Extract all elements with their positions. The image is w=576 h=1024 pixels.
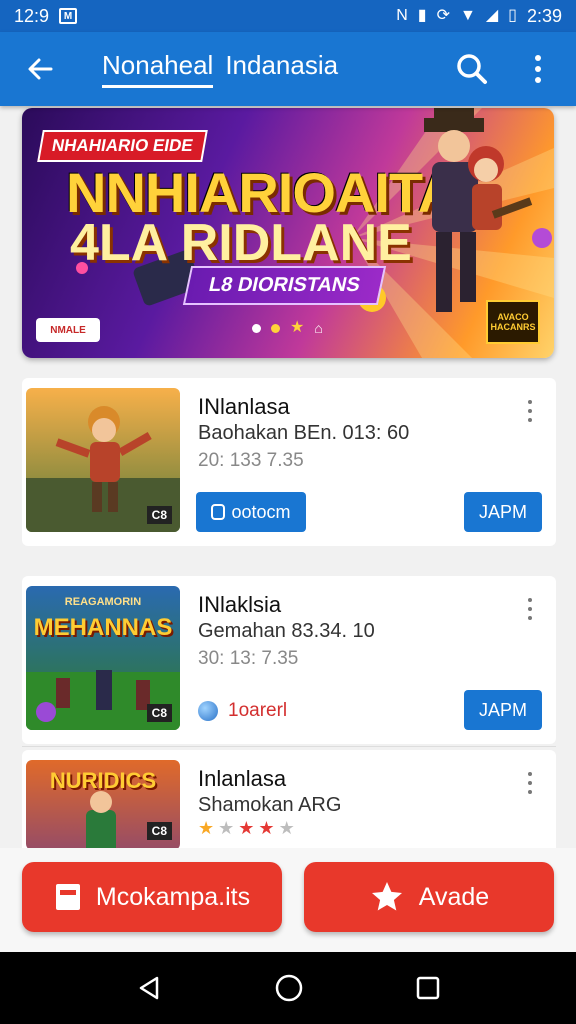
- star-icon: ★: [198, 818, 215, 838]
- promo-link-label: 1oarerl: [228, 700, 288, 721]
- get-button[interactable]: JAPM: [464, 492, 542, 532]
- more-options-button[interactable]: [520, 768, 540, 798]
- more-options-button[interactable]: [520, 396, 540, 426]
- search-button[interactable]: [452, 49, 492, 89]
- list-item[interactable]: C8 INlanlasa Baohakan BEn. 013: 60 20: 1…: [22, 378, 556, 546]
- star-rating: ★ ★ ★ ★ ★: [198, 818, 295, 839]
- banner-badge: AVACO HACANRS: [486, 300, 540, 344]
- game-title: INlaklsia: [198, 592, 282, 617]
- thumbnail-tag: C8: [146, 704, 172, 722]
- recents-square-icon[interactable]: [415, 975, 441, 1001]
- left-action-label: Mcokampa.its: [95, 882, 251, 911]
- shield-icon: [198, 701, 218, 721]
- home-icon[interactable]: ⌂: [314, 321, 322, 335]
- battery-icon: ▯: [508, 7, 517, 24]
- more-options-button[interactable]: [520, 594, 540, 624]
- carousel-indicator: ★ ⌂: [252, 320, 323, 336]
- list-item[interactable]: NURIDICS C8 Inlanlasa Shamokan ARG ★ ★ ★…: [22, 750, 556, 848]
- home-circle-icon[interactable]: [274, 973, 304, 1003]
- sync-icon: ⟳: [436, 7, 450, 24]
- game-subtitle: Gemahan 83.34. 10: [198, 620, 375, 642]
- get-button[interactable]: JAPM: [464, 690, 542, 730]
- star-icon: ★: [278, 818, 295, 838]
- game-thumbnail[interactable]: NURIDICS C8: [26, 760, 180, 848]
- signal-icon: ◢: [485, 7, 499, 24]
- document-icon: [55, 884, 80, 910]
- banner-tag: NHAHIARIO EIDE: [37, 130, 208, 162]
- divider: [22, 746, 556, 747]
- vibrate-icon: ▮: [417, 7, 427, 24]
- game-thumbnail[interactable]: REAGAMORIN MEHANNAS C8: [26, 586, 180, 730]
- page-title: Nonaheal Indanasia: [102, 50, 338, 88]
- star-icon: [371, 882, 402, 911]
- square-icon: [211, 504, 226, 520]
- star-icon: ★: [218, 818, 235, 838]
- game-meta: 20: 133 7.35: [198, 450, 304, 471]
- bottom-action-bar: Mcokampa.its Avade: [0, 848, 576, 952]
- overflow-menu-button[interactable]: [518, 49, 558, 89]
- right-action-button[interactable]: Avade: [304, 862, 554, 932]
- status-time-right: 2:39: [526, 5, 562, 26]
- star-icon: ★: [238, 818, 255, 838]
- banner-subtitle: L8 DIORISTANS: [182, 266, 386, 305]
- back-button[interactable]: [18, 47, 62, 91]
- status-time-left: 12:9: [14, 5, 50, 26]
- game-title: Inlanlasa: [198, 766, 287, 791]
- banner-headline-2: 4LA RIDLANE: [70, 214, 412, 272]
- thumbnail-tag: C8: [146, 822, 172, 840]
- thumbnail-top-text: REAGAMORIN: [64, 596, 142, 608]
- promo-banner[interactable]: NHAHIARIO EIDE NNHIARIOAITA 4LA RIDLANE …: [22, 108, 554, 358]
- thumbnail-title-text: NURIDICS: [49, 768, 157, 793]
- notification-box-icon: M: [59, 8, 78, 24]
- title-tab[interactable]: Nonaheal: [102, 50, 214, 88]
- secondary-action-button[interactable]: ootocm: [196, 492, 306, 532]
- system-navigation-bar: [0, 952, 576, 1024]
- right-action-label: Avade: [418, 882, 490, 911]
- game-subtitle: Baohakan BEn. 013: 60: [198, 422, 410, 444]
- secondary-action-label: ootocm: [231, 501, 291, 522]
- nfc-icon: N: [396, 7, 408, 24]
- promo-link[interactable]: 1oarerl: [198, 700, 287, 722]
- banner-card: NMALE: [36, 318, 100, 342]
- left-action-button[interactable]: Mcokampa.its: [22, 862, 282, 932]
- search-icon: [457, 54, 487, 84]
- more-vert-icon: [535, 55, 541, 83]
- title-text: Indanasia: [225, 50, 339, 80]
- carousel-dot-active[interactable]: [271, 323, 280, 333]
- thumbnail-title-text: MEHANNAS: [33, 614, 173, 641]
- game-subtitle: Shamokan ARG: [198, 794, 342, 816]
- arrow-left-icon: [28, 58, 53, 80]
- game-meta: 30: 13: 7.35: [198, 648, 299, 669]
- carousel-dot[interactable]: [252, 323, 261, 333]
- game-thumbnail[interactable]: C8: [26, 388, 180, 532]
- app-bar: Nonaheal Indanasia: [0, 32, 576, 106]
- status-bar: 12:9 M N ▮ ⟳ ▼ ◢ ▯ 2:39: [0, 0, 576, 32]
- wifi-icon: ▼: [459, 7, 476, 24]
- thumbnail-tag: C8: [146, 506, 172, 524]
- game-title: INlanlasa: [198, 394, 290, 419]
- star-icon[interactable]: ★: [290, 320, 304, 336]
- star-icon: ★: [258, 818, 275, 838]
- list-item[interactable]: REAGAMORIN MEHANNAS C8 INlaklsia Gemahan…: [22, 576, 556, 744]
- back-triangle-icon[interactable]: [135, 974, 163, 1002]
